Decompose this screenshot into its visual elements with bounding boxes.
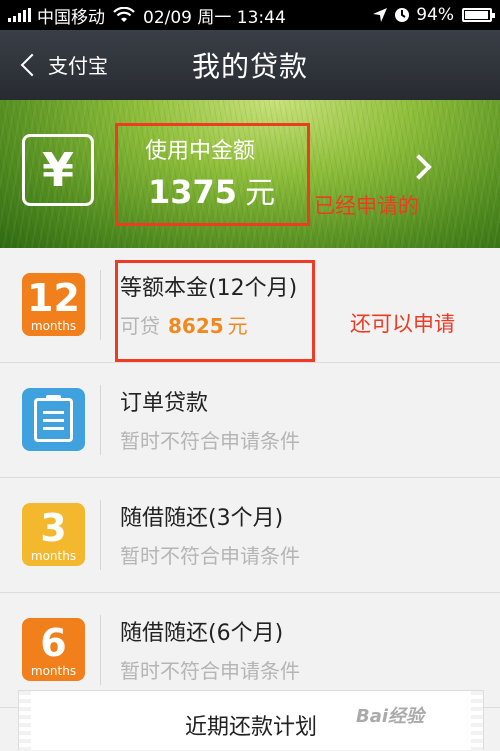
back-button[interactable]: 支付宝 [18, 50, 108, 79]
loan-status: 暂时不符合申请条件 [120, 544, 300, 568]
loan-status: 暂时不符合申请条件 [120, 659, 300, 683]
loan-item-order[interactable]: 订单贷款 暂时不符合申请条件 [0, 363, 500, 478]
battery-percent: 94% [416, 5, 454, 25]
loan-title: 订单贷款 [120, 391, 209, 416]
3-months-icon: 3 months [22, 503, 85, 566]
annotation-box-in-use [115, 123, 310, 226]
icon-number: 3 [40, 506, 67, 550]
icon-number: 12 [27, 276, 80, 320]
nav-bar: 支付宝 我的贷款 [0, 30, 500, 100]
icon-unit: months [30, 549, 77, 563]
divider [100, 500, 101, 570]
icon-number: 6 [40, 621, 67, 665]
status-datetime: 02/09 周一 13:44 [143, 7, 286, 28]
yuan-icon: ¥ [22, 134, 94, 206]
signal-icon [8, 8, 31, 22]
alarm-icon [395, 8, 410, 22]
6-months-icon: 6 months [22, 618, 85, 681]
annotation-can-apply: 还可以申请 [350, 312, 455, 336]
battery-icon [462, 8, 495, 22]
loan-title: 随借随还(3个月) [120, 506, 284, 531]
chevron-left-icon [20, 53, 44, 76]
watermark: Bai经验 [356, 706, 425, 727]
clipboard-icon [22, 388, 85, 451]
annotation-applied: 已经申请的 [314, 194, 419, 218]
carrier-name: 中国移动 [37, 7, 105, 28]
divider [100, 615, 101, 685]
icon-unit: months [30, 319, 77, 333]
icon-unit: months [30, 664, 77, 678]
status-bar: 中国移动 02/09 周一 13:44 94% [0, 0, 500, 30]
12-months-icon: 12 months [22, 273, 85, 336]
page-title: 我的贷款 [191, 50, 308, 83]
loan-title: 随借随还(6个月) [120, 621, 284, 646]
annotation-box-available [115, 260, 315, 362]
loan-item-flexible-3[interactable]: 3 months 随借随还(3个月) 暂时不符合申请条件 [0, 478, 500, 593]
divider [100, 385, 101, 455]
divider [100, 270, 101, 340]
back-label: 支付宝 [48, 54, 108, 78]
wifi-icon [113, 7, 135, 22]
location-icon [373, 8, 388, 22]
loan-status: 暂时不符合申请条件 [120, 429, 300, 453]
